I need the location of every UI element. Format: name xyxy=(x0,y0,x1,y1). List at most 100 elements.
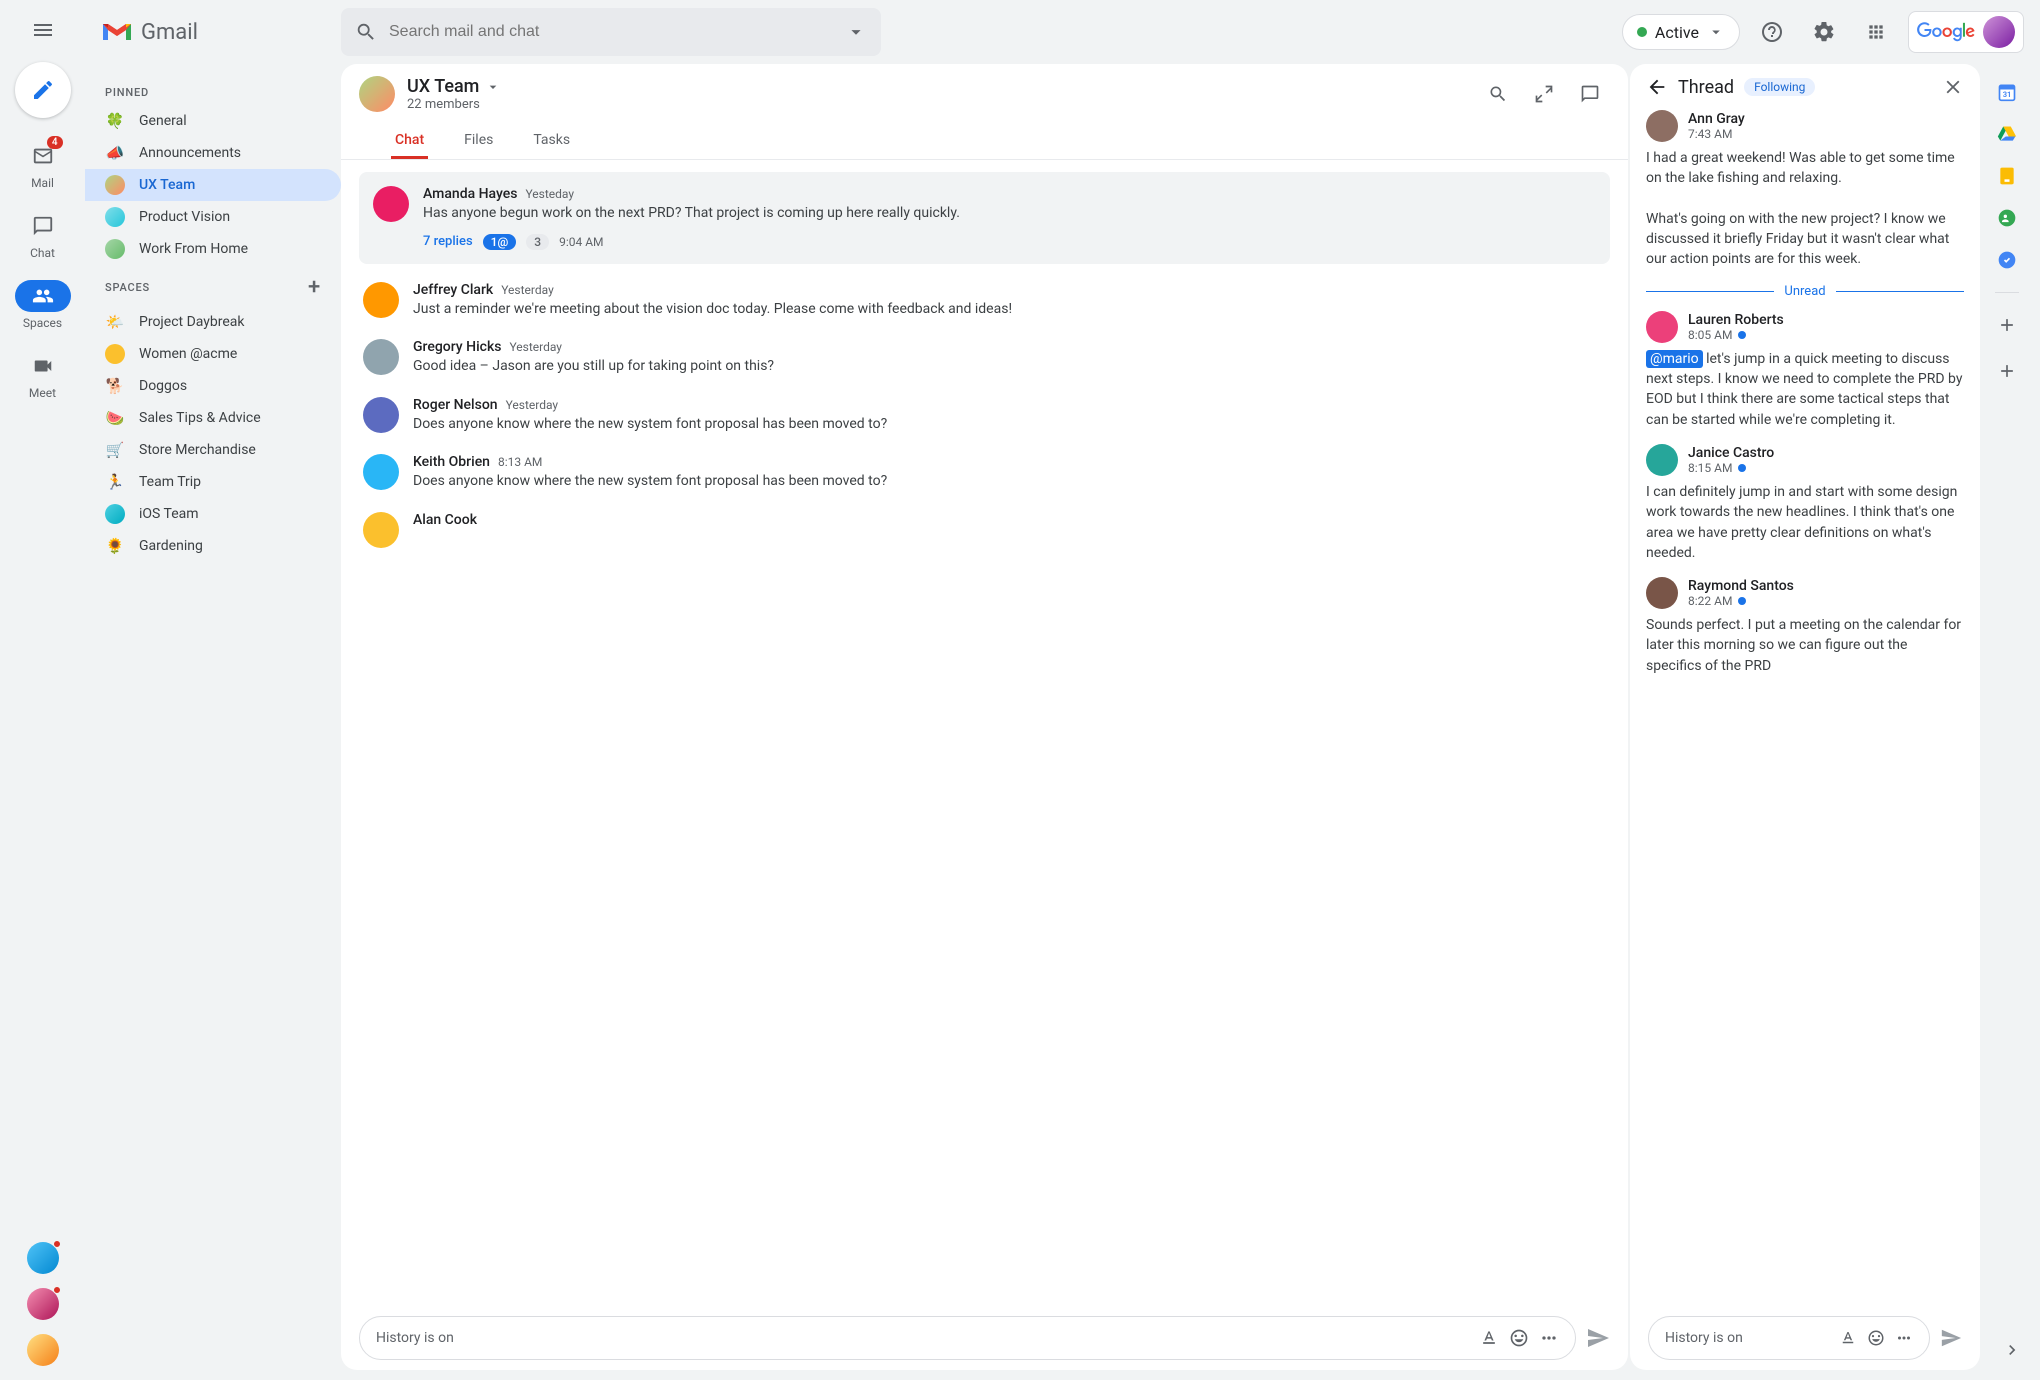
user-avatar xyxy=(363,397,399,433)
user-avatar xyxy=(363,512,399,548)
message-body: @mario let's jump in a quick meeting to … xyxy=(1646,349,1964,430)
format-icon[interactable] xyxy=(1479,1328,1499,1348)
expand-side-panel-button[interactable] xyxy=(2002,1340,2022,1360)
sidebar-item-ios[interactable]: iOS Team xyxy=(85,498,341,530)
more-icon[interactable] xyxy=(1895,1329,1913,1347)
emoji-icon[interactable] xyxy=(1867,1329,1885,1347)
message-item[interactable]: Jeffrey ClarkYesterday Just a reminder w… xyxy=(359,272,1610,330)
sidebar-item-label: Gardening xyxy=(139,538,203,554)
message-item[interactable]: Roger NelsonYesterday Does anyone know w… xyxy=(359,387,1610,445)
account-switcher[interactable] xyxy=(1908,11,2024,53)
reply-time: 9:04 AM xyxy=(559,235,603,249)
tab-chat[interactable]: Chat xyxy=(391,124,428,159)
sidebar-item-daybreak[interactable]: 🌤️Project Daybreak xyxy=(85,306,341,338)
message-item[interactable]: Gregory HicksYesterday Good idea – Jason… xyxy=(359,329,1610,387)
thread-message-item[interactable]: Lauren Roberts 8:05 AM @mario let's jump… xyxy=(1646,311,1964,430)
message-author: Lauren Roberts xyxy=(1688,312,1784,328)
message-item[interactable]: Alan Cook xyxy=(359,502,1610,558)
message-body: Good idea – Jason are you still up for t… xyxy=(413,357,1606,377)
send-button[interactable] xyxy=(1940,1327,1962,1349)
sidebar-item-trip[interactable]: 🏃Team Trip xyxy=(85,466,341,498)
collapse-button[interactable] xyxy=(1524,74,1564,114)
spaces-heading: SPACES+ xyxy=(85,265,341,306)
rail-dm-3[interactable] xyxy=(27,1334,59,1366)
message-time: Yesteday xyxy=(525,187,574,201)
thread-message-item[interactable]: Raymond Santos 8:22 AM Sounds perfect. I… xyxy=(1646,577,1964,676)
message-author: Ann Gray xyxy=(1688,111,1745,127)
get-addons-icon[interactable] xyxy=(1997,361,2017,381)
message-body: I had a great weekend! Was able to get s… xyxy=(1646,148,1964,270)
message-list[interactable]: Amanda HayesYesteday Has anyone begun wo… xyxy=(341,160,1628,1306)
sidebar-item-gardening[interactable]: 🌻Gardening xyxy=(85,530,341,562)
sidebar-item-doggos[interactable]: 🐕Doggos xyxy=(85,370,341,402)
tasks-icon[interactable] xyxy=(1997,250,2017,270)
send-button[interactable] xyxy=(1586,1326,1610,1350)
rail-dm-2[interactable] xyxy=(27,1288,59,1320)
chevron-down-icon[interactable] xyxy=(485,79,501,95)
apps-button[interactable] xyxy=(1856,12,1896,52)
space-tabs: Chat Files Tasks xyxy=(341,124,1628,160)
sidebar-item-sales[interactable]: 🍉Sales Tips & Advice xyxy=(85,402,341,434)
message-item[interactable]: Amanda HayesYesteday Has anyone begun wo… xyxy=(359,172,1610,264)
sidebar-item-merch[interactable]: 🛒Store Merchandise xyxy=(85,434,341,466)
gmail-logo[interactable]: Gmail xyxy=(101,20,329,45)
message-body: Sounds perfect. I put a meeting on the c… xyxy=(1646,615,1964,676)
thread-composer[interactable]: History is on xyxy=(1648,1316,1930,1360)
mention[interactable]: @mario xyxy=(1646,350,1703,368)
add-space-button[interactable]: + xyxy=(308,275,321,300)
search-bar[interactable] xyxy=(341,8,881,56)
rail-spaces-label: Spaces xyxy=(23,316,62,330)
format-icon[interactable] xyxy=(1839,1329,1857,1347)
message-item[interactable]: Keith Obrien8:13 AM Does anyone know whe… xyxy=(359,444,1610,502)
space-title: UX Team xyxy=(407,76,479,97)
emoji-icon[interactable] xyxy=(1509,1328,1529,1348)
help-button[interactable] xyxy=(1752,12,1792,52)
settings-button[interactable] xyxy=(1804,12,1844,52)
rail-meet[interactable]: Meet xyxy=(15,350,71,400)
sidebar-item-women[interactable]: Women @acme xyxy=(85,338,341,370)
rail-mail[interactable]: 4 Mail xyxy=(15,140,71,190)
following-chip[interactable]: Following xyxy=(1744,78,1815,96)
thread-message-list[interactable]: Ann Gray 7:43 AM I had a great weekend! … xyxy=(1630,110,1980,1306)
sidebar-item-wfh[interactable]: Work From Home xyxy=(85,233,341,265)
search-input[interactable] xyxy=(389,23,833,41)
tab-tasks[interactable]: Tasks xyxy=(529,124,574,159)
drive-icon[interactable] xyxy=(1997,124,2017,144)
message-time: Yesterday xyxy=(506,398,559,412)
composer[interactable]: History is on xyxy=(359,1316,1576,1360)
contacts-icon[interactable] xyxy=(1997,208,2017,228)
sidebar-item-label: iOS Team xyxy=(139,506,199,522)
reply-count[interactable]: 7 replies xyxy=(423,234,473,249)
compose-button[interactable] xyxy=(15,62,71,118)
sidebar-item-announcements[interactable]: 📣Announcements xyxy=(85,137,341,169)
rail-dm-1[interactable] xyxy=(27,1242,59,1274)
rail-chat-label: Chat xyxy=(30,246,55,260)
sidebar-item-general[interactable]: 🍀General xyxy=(85,105,341,137)
sidebar-item-label: Announcements xyxy=(139,145,241,161)
user-avatar xyxy=(1646,444,1678,476)
addons-icon[interactable] xyxy=(1997,315,2017,335)
space-search-button[interactable] xyxy=(1478,74,1518,114)
search-options-icon[interactable] xyxy=(845,21,867,43)
status-chip[interactable]: Active xyxy=(1622,14,1740,50)
back-icon[interactable] xyxy=(1646,76,1668,98)
rail-spaces[interactable]: Spaces xyxy=(15,280,71,330)
svg-text:31: 31 xyxy=(2003,90,2012,99)
thread-message-item[interactable]: Ann Gray 7:43 AM I had a great weekend! … xyxy=(1646,110,1964,270)
menu-button[interactable] xyxy=(31,18,55,42)
close-button[interactable] xyxy=(1942,76,1964,98)
calendar-icon[interactable]: 31 xyxy=(1997,82,2017,102)
sidebar-item-product-vision[interactable]: Product Vision xyxy=(85,201,341,233)
thread-view-button[interactable] xyxy=(1570,74,1610,114)
message-body: Just a reminder we're meeting about the … xyxy=(413,300,1606,320)
rail-chat[interactable]: Chat xyxy=(15,210,71,260)
sidebar-item-ux-team[interactable]: UX Team xyxy=(85,169,341,201)
sidebar-item-label: Project Daybreak xyxy=(139,314,245,330)
message-author: Keith Obrien xyxy=(413,454,490,470)
keep-icon[interactable] xyxy=(1997,166,2017,186)
message-author: Jeffrey Clark xyxy=(413,282,493,298)
rail-meet-label: Meet xyxy=(29,386,56,400)
tab-files[interactable]: Files xyxy=(460,124,497,159)
more-icon[interactable] xyxy=(1539,1328,1559,1348)
thread-message-item[interactable]: Janice Castro 8:15 AM I can definitely j… xyxy=(1646,444,1964,563)
